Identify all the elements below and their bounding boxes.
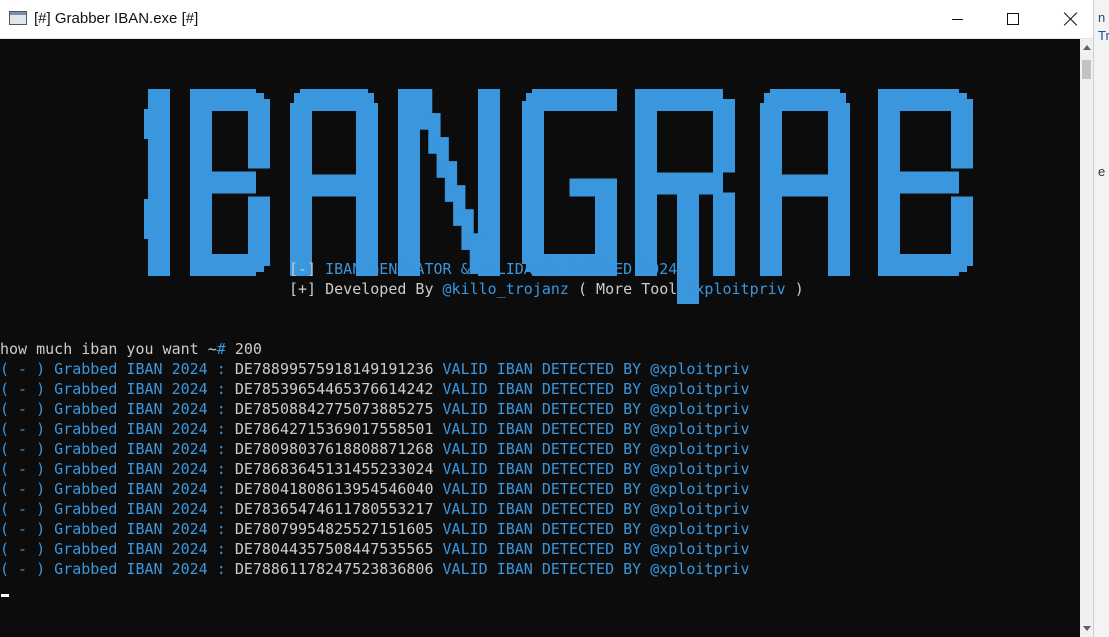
result-prefix: ( - ) Grabbed IBAN 2024 : — [0, 500, 226, 518]
window-title: [#] Grabber IBAN.exe [#] — [34, 10, 199, 27]
console-output[interactable]: [-] IBAN GENERATOR & VALIDATOR UPDATED 2… — [0, 39, 1080, 637]
banner-line-1: [-] IBAN GENERATOR & VALIDATOR UPDATED 2… — [289, 259, 677, 279]
arrow-up-icon — [1082, 45, 1091, 50]
banner-line-2: [+] Developed By @killo_trojanz ( More T… — [289, 279, 804, 299]
result-prefix: ( - ) Grabbed IBAN 2024 : — [0, 380, 226, 398]
result-iban: DE78041808613954546040 — [234, 480, 434, 498]
background-text-fragment: Tr — [1098, 28, 1109, 43]
result-prefix: ( - ) Grabbed IBAN 2024 : — [0, 480, 226, 498]
result-prefix: ( - ) Grabbed IBAN 2024 : — [0, 440, 226, 458]
result-detected-by: @xploitpriv — [650, 460, 750, 478]
banner-prefix: [-] — [289, 260, 317, 278]
background-text-fragment: e — [1098, 164, 1106, 179]
result-iban: DE78861178247523836806 — [234, 560, 434, 578]
result-row: ( - ) Grabbed IBAN 2024 : DE785088427750… — [0, 399, 750, 419]
vertical-scrollbar[interactable] — [1080, 39, 1093, 637]
background-window-edge[interactable]: n Tr e — [1093, 0, 1109, 637]
result-row: ( - ) Grabbed IBAN 2024 : DE780980376188… — [0, 439, 750, 459]
result-detected-by: @xploitpriv — [650, 380, 750, 398]
result-iban: DE78683645131455233024 — [234, 460, 434, 478]
result-row: ( - ) Grabbed IBAN 2024 : DE788995759181… — [0, 359, 750, 379]
result-iban: DE78899575918149191236 — [234, 360, 434, 378]
result-status: VALID IBAN DETECTED BY — [442, 460, 642, 478]
result-detected-by: @xploitpriv — [650, 520, 750, 538]
scroll-down-button[interactable] — [1080, 620, 1093, 637]
result-status: VALID IBAN DETECTED BY — [442, 520, 642, 538]
result-prefix: ( - ) Grabbed IBAN 2024 : — [0, 360, 226, 378]
result-row: ( - ) Grabbed IBAN 2024 : DE785396544653… — [0, 379, 750, 399]
scrollbar-thumb[interactable] — [1082, 60, 1091, 79]
result-detected-by: @xploitpriv — [650, 440, 750, 458]
result-status: VALID IBAN DETECTED BY — [442, 360, 642, 378]
minimize-icon — [951, 18, 963, 20]
author-handle: @killo_trojanz — [442, 280, 569, 298]
result-row: ( - ) Grabbed IBAN 2024 : DE780443575084… — [0, 539, 750, 559]
window-titlebar[interactable]: [#] Grabber IBAN.exe [#] — [0, 0, 1093, 39]
minimize-button[interactable] — [928, 0, 986, 38]
result-status: VALID IBAN DETECTED BY — [442, 380, 642, 398]
banner-developed-by: Developed By — [325, 280, 434, 298]
result-detected-by: @xploitpriv — [650, 360, 750, 378]
result-prefix: ( - ) Grabbed IBAN 2024 : — [0, 400, 226, 418]
result-row: ( - ) Grabbed IBAN 2024 : DE780418086139… — [0, 479, 750, 499]
result-detected-by: @xploitpriv — [650, 420, 750, 438]
result-row: ( - ) Grabbed IBAN 2024 : DE786427153690… — [0, 419, 750, 439]
banner-prefix: [+] — [289, 280, 317, 298]
result-prefix: ( - ) Grabbed IBAN 2024 : — [0, 520, 226, 538]
more-tool-handle: @xploitpriv — [686, 280, 786, 298]
result-status: VALID IBAN DETECTED BY — [442, 400, 642, 418]
result-detected-by: @xploitpriv — [650, 560, 750, 578]
result-iban: DE78365474611780553217 — [234, 500, 434, 518]
input-prompt-line: how much iban you want ~# 200 — [0, 339, 262, 359]
result-prefix: ( - ) Grabbed IBAN 2024 : — [0, 560, 226, 578]
result-status: VALID IBAN DETECTED BY — [442, 500, 642, 518]
result-iban: DE78508842775073885275 — [234, 400, 434, 418]
prompt-question: how much iban you want ~ — [0, 340, 217, 358]
prompt-answer: 200 — [234, 340, 262, 358]
result-iban: DE78539654465376614242 — [234, 380, 434, 398]
close-icon — [1064, 12, 1078, 26]
arrow-down-icon — [1082, 626, 1091, 631]
result-row: ( - ) Grabbed IBAN 2024 : DE786836451314… — [0, 459, 750, 479]
result-detected-by: @xploitpriv — [650, 540, 750, 558]
result-iban: DE78642715369017558501 — [234, 420, 434, 438]
result-detected-by: @xploitpriv — [650, 480, 750, 498]
result-status: VALID IBAN DETECTED BY — [442, 540, 642, 558]
text-cursor — [1, 594, 9, 597]
paren-close: ) — [794, 280, 804, 298]
result-row: ( - ) Grabbed IBAN 2024 : DE783654746117… — [0, 499, 750, 519]
result-iban: DE78044357508447535565 — [234, 540, 434, 558]
close-button[interactable] — [1042, 0, 1100, 38]
background-text-fragment: n — [1098, 10, 1106, 25]
result-status: VALID IBAN DETECTED BY — [442, 480, 642, 498]
more-tool-label: ( More Tool — [578, 280, 678, 298]
result-iban: DE78098037618808871268 — [234, 440, 434, 458]
result-detected-by: @xploitpriv — [650, 400, 750, 418]
maximize-icon — [1007, 13, 1019, 25]
result-prefix: ( - ) Grabbed IBAN 2024 : — [0, 420, 226, 438]
result-status: VALID IBAN DETECTED BY — [442, 440, 642, 458]
result-row: ( - ) Grabbed IBAN 2024 : DE788611782475… — [0, 559, 750, 579]
result-row: ( - ) Grabbed IBAN 2024 : DE780799548255… — [0, 519, 750, 539]
result-detected-by: @xploitpriv — [650, 500, 750, 518]
result-status: VALID IBAN DETECTED BY — [442, 420, 642, 438]
result-prefix: ( - ) Grabbed IBAN 2024 : — [0, 460, 226, 478]
banner-subtitle: IBAN GENERATOR & VALIDATOR UPDATED 2024 — [325, 260, 678, 278]
console-app-icon[interactable] — [9, 11, 27, 25]
result-status: VALID IBAN DETECTED BY — [442, 560, 642, 578]
result-prefix: ( - ) Grabbed IBAN 2024 : — [0, 540, 226, 558]
prompt-hash: # — [216, 340, 226, 358]
maximize-button[interactable] — [984, 0, 1042, 38]
scroll-up-button[interactable] — [1080, 39, 1093, 56]
result-iban: DE78079954825527151605 — [234, 520, 434, 538]
